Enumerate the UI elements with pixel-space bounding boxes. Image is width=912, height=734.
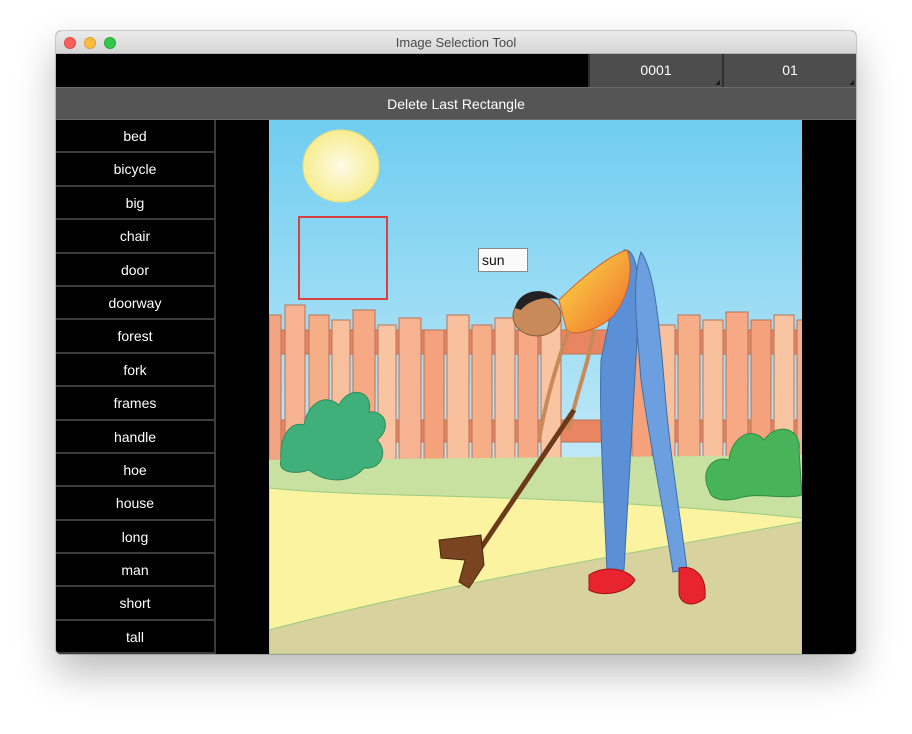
word-list: bed bicycle big chair door doorway fores… (56, 120, 216, 654)
word-item-doorway[interactable]: doorway (56, 286, 216, 321)
window-title: Image Selection Tool (395, 35, 517, 50)
scene-illustration[interactable] (269, 120, 802, 654)
word-item-door[interactable]: door (56, 253, 216, 287)
word-item-bed[interactable]: bed (56, 120, 216, 154)
title-bar: Image Selection Tool (56, 31, 856, 54)
word-item-forest[interactable]: forest (56, 320, 216, 354)
top-bar: 0001 01 (56, 54, 856, 87)
word-item-chair[interactable]: chair (56, 220, 216, 254)
word-item-house[interactable]: house (56, 487, 216, 521)
word-item-frames[interactable]: frames (56, 387, 216, 421)
word-item-big[interactable]: big (56, 186, 216, 221)
word-item-fork[interactable]: fork (56, 353, 216, 388)
delete-last-rectangle-button[interactable]: Delete Last Rectangle (56, 87, 856, 120)
page-number-field[interactable]: 01 (722, 54, 856, 87)
sun (302, 129, 380, 203)
word-item-short[interactable]: short (56, 587, 216, 621)
word-item-bicycle[interactable]: bicycle (56, 153, 216, 187)
image-id-value: 0001 (640, 62, 672, 78)
word-item-man[interactable]: man (56, 554, 216, 588)
image-canvas[interactable]: sun (216, 120, 856, 654)
image-id-field[interactable]: 0001 (588, 54, 722, 87)
selection-rectangle[interactable] (298, 216, 388, 300)
word-item-tall[interactable]: tall (56, 620, 216, 654)
resize-corner-icon (849, 80, 854, 85)
page-number-value: 01 (782, 62, 798, 78)
word-item-handle[interactable]: handle (56, 420, 216, 454)
annotation-label[interactable]: sun (478, 248, 528, 272)
word-item-long[interactable]: long (56, 520, 216, 555)
resize-corner-icon (715, 80, 720, 85)
word-item-hoe[interactable]: hoe (56, 453, 216, 488)
app-window: Image Selection Tool 0001 01 Delete Last… (56, 31, 856, 654)
